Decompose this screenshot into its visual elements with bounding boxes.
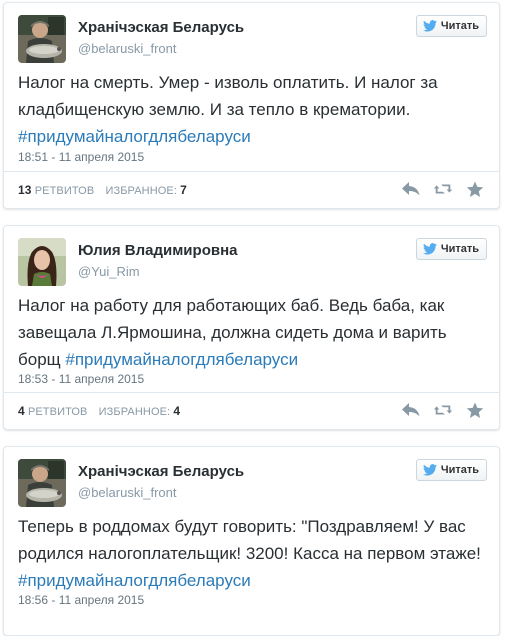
favorite-count[interactable]: 7: [180, 183, 187, 197]
avatar-image: [18, 459, 66, 507]
tweet-stats: 13 ретвитов избранное: 7: [18, 183, 187, 197]
retweet-icon: [433, 181, 453, 197]
tweet-header: Юлия Владимировна @Yui_Rim Читать: [18, 238, 487, 288]
follow-button[interactable]: Читать: [415, 459, 487, 481]
tweet-card: Юлия Владимировна @Yui_Rim Читать Налог …: [3, 225, 500, 430]
retweet-count[interactable]: 13: [18, 183, 32, 197]
follow-button-label: Читать: [440, 20, 479, 32]
twitter-bird-icon: [423, 464, 437, 476]
follow-button[interactable]: Читать: [415, 15, 487, 37]
twitter-bird-icon: [423, 20, 437, 32]
reply-button[interactable]: [401, 401, 421, 419]
favorites-label: избранное:: [98, 406, 171, 418]
author-name[interactable]: Хранiчэская Беларусь: [78, 463, 244, 480]
tweet-timestamp[interactable]: 18:56 - 11 апреля 2015: [18, 593, 144, 607]
follow-button-label: Читать: [440, 243, 479, 255]
tweet-header: Хранiчэская Беларусь @belaruski_front Чи…: [18, 15, 487, 65]
divider: [4, 392, 499, 393]
hashtag-link[interactable]: #придумайналогдлябеларуси: [18, 571, 251, 590]
star-icon: [466, 402, 484, 419]
retweet-button[interactable]: [433, 401, 453, 419]
hashtag-link[interactable]: #придумайналогдлябеларуси: [18, 127, 251, 146]
tweet-card: Хранiчэская Беларусь @belaruski_front Чи…: [3, 2, 500, 209]
tweet-text: Налог на работу для работающих баб. Ведь…: [18, 292, 485, 373]
tweet-timestamp[interactable]: 18:51 - 11 апреля 2015: [18, 150, 144, 164]
retweet-button[interactable]: [433, 180, 453, 198]
author-handle[interactable]: @belaruski_front: [78, 485, 176, 500]
reply-button[interactable]: [401, 180, 421, 198]
avatar[interactable]: [18, 459, 66, 507]
tweet-header: Хранiчэская Беларусь @belaruski_front Чи…: [18, 459, 487, 509]
favorite-count[interactable]: 4: [173, 404, 180, 418]
tweet-actions: [401, 401, 485, 419]
author-handle[interactable]: @Yui_Rim: [78, 264, 140, 279]
tweet-text: Теперь в роддомах будут говорить: "Поздр…: [18, 513, 485, 594]
tweet-text: Налог на смерть. Умер - изволь оплатить.…: [18, 69, 485, 150]
favorite-button[interactable]: [465, 180, 485, 198]
reply-icon: [401, 181, 421, 197]
avatar[interactable]: [18, 238, 66, 286]
avatar-image: [18, 238, 66, 286]
favorite-button[interactable]: [465, 401, 485, 419]
retweets-label: ретвитов: [27, 406, 88, 418]
divider: [4, 171, 499, 172]
avatar-image: [18, 15, 66, 63]
author-name[interactable]: Юлия Владимировна: [78, 242, 237, 259]
star-icon: [466, 181, 484, 198]
tweet-card: Хранiчэская Беларусь @belaruski_front Чи…: [3, 446, 500, 636]
tweet-actions: [401, 180, 485, 198]
follow-button[interactable]: Читать: [415, 238, 487, 260]
hashtag-link[interactable]: #придумайналогдлябеларуси: [65, 350, 298, 369]
follow-button-label: Читать: [440, 464, 479, 476]
retweet-icon: [433, 402, 453, 418]
favorites-label: избранное:: [105, 185, 177, 197]
retweets-label: ретвитов: [34, 185, 95, 197]
tweet-body: Налог на смерть. Умер - изволь оплатить.…: [18, 73, 438, 119]
avatar[interactable]: [18, 15, 66, 63]
author-name[interactable]: Хранiчэская Беларусь: [78, 19, 244, 36]
tweet-stats: 4 ретвитов избранное: 4: [18, 404, 180, 418]
retweet-count[interactable]: 4: [18, 404, 25, 418]
tweet-body: Теперь в роддомах будут говорить: "Поздр…: [18, 517, 481, 563]
author-handle[interactable]: @belaruski_front: [78, 41, 176, 56]
reply-icon: [401, 402, 421, 418]
twitter-bird-icon: [423, 243, 437, 255]
tweet-timestamp[interactable]: 18:53 - 11 апреля 2015: [18, 372, 144, 386]
